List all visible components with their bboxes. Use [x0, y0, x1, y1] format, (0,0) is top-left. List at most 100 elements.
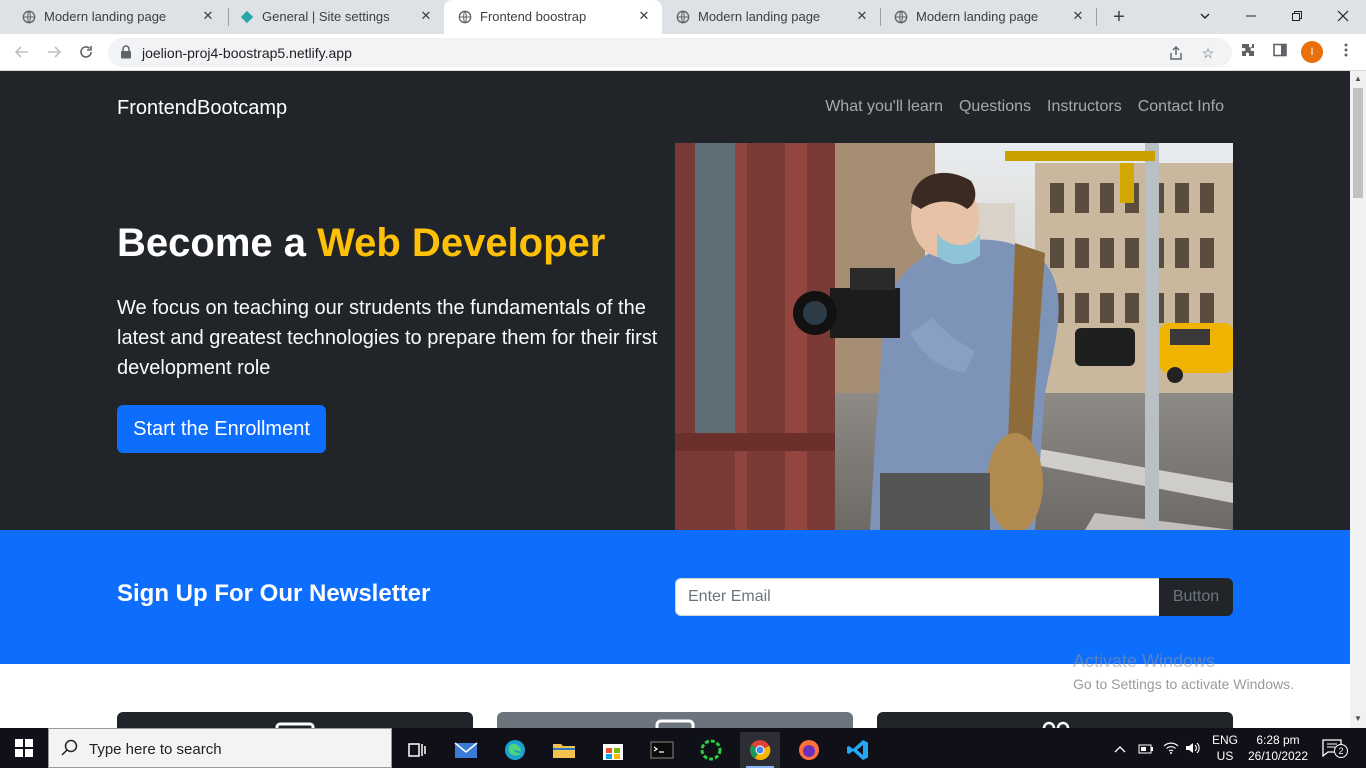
tab-title: Modern landing page	[698, 9, 821, 24]
email-field[interactable]: Enter Email	[675, 578, 1160, 616]
language-indicator[interactable]: ENG US	[1212, 728, 1238, 768]
activate-windows-subtitle: Go to Settings to activate Windows.	[1073, 676, 1294, 692]
tab-title: Frontend boostrap	[480, 9, 587, 24]
netlify-icon	[240, 10, 254, 24]
tab-title: Modern landing page	[44, 9, 167, 24]
scroll-up-icon[interactable]: ▲	[1353, 74, 1363, 84]
search-icon	[61, 739, 78, 756]
side-panel-icon[interactable]	[1270, 42, 1290, 62]
forward-button[interactable]	[42, 40, 66, 64]
tablet-icon	[655, 719, 695, 728]
clock[interactable]: 6:28 pm 26/10/2022	[1244, 728, 1312, 768]
tab-frontend-bootstrap[interactable]: Frontend boostrap ✕	[444, 0, 662, 34]
tab-search-button[interactable]	[1182, 0, 1228, 32]
address-bar[interactable]: joelion-proj4-boostrap5.netlify.app ☆	[108, 38, 1232, 67]
profile-avatar[interactable]: I	[1301, 41, 1323, 63]
globe-icon	[894, 10, 908, 24]
close-icon[interactable]: ✕	[418, 8, 434, 24]
tray-overflow-icon[interactable]	[1114, 728, 1130, 768]
globe-icon	[676, 10, 690, 24]
globe-icon	[458, 10, 472, 24]
newsletter-title: Sign Up For Our Newsletter	[117, 580, 431, 607]
nav-link-instructors[interactable]: Instructors	[1047, 98, 1122, 116]
arrow-left-icon	[14, 46, 28, 58]
nav-link-what-youll-learn[interactable]: What you'll learn	[825, 98, 943, 116]
features-section	[0, 664, 1350, 728]
wifi-icon[interactable]	[1163, 728, 1181, 768]
clock-time: 6:28 pm	[1256, 733, 1300, 747]
windows-logo-icon	[15, 739, 33, 757]
keyboard-region: US	[1216, 749, 1234, 763]
reload-button[interactable]	[74, 40, 98, 64]
tab-separator	[1096, 8, 1097, 26]
language-code: ENG	[1212, 733, 1239, 747]
taskbar: Type here to search ENG US 6:28 pm 26/10…	[0, 728, 1366, 768]
lock-icon	[121, 45, 131, 59]
hero-section: FrontendBootcamp What you'll learn Quest…	[0, 71, 1350, 530]
firefox-icon[interactable]	[789, 732, 829, 768]
store-icon[interactable]	[593, 732, 633, 768]
tab-modern-landing-3[interactable]: Modern landing page ✕	[880, 0, 1096, 34]
extensions-icon[interactable]	[1238, 42, 1258, 62]
globe-icon	[22, 10, 36, 24]
chevron-down-icon	[1200, 13, 1210, 19]
search-placeholder: Type here to search	[89, 741, 222, 758]
close-icon[interactable]: ✕	[200, 8, 216, 24]
start-button[interactable]	[0, 728, 48, 768]
tab-site-settings[interactable]: General | Site settings ✕	[226, 0, 444, 34]
nav-link-questions[interactable]: Questions	[959, 98, 1031, 116]
task-view-icon[interactable]	[397, 732, 437, 768]
top-nav: What you'll learn Questions Instructors …	[825, 98, 1224, 116]
new-tab-button[interactable]: +	[1108, 6, 1130, 28]
arrow-right-icon	[48, 46, 62, 58]
hero-headline: Become a Web Developer	[117, 221, 605, 266]
sync-app-icon[interactable]	[691, 732, 731, 768]
headline-prefix: Become a	[117, 221, 318, 265]
edge-icon[interactable]	[495, 732, 535, 768]
notification-count: 2	[1334, 744, 1348, 758]
activate-windows-title: Activate Windows	[1073, 651, 1216, 671]
feature-card-1	[117, 712, 473, 728]
nav-link-contact-info[interactable]: Contact Info	[1138, 98, 1224, 116]
tab-title: General | Site settings	[262, 9, 390, 24]
close-icon[interactable]: ✕	[636, 8, 652, 24]
menu-icon[interactable]	[1336, 42, 1356, 62]
newsletter-section: Sign Up For Our Newsletter Enter Email B…	[0, 530, 1350, 664]
file-explorer-icon[interactable]	[544, 732, 584, 768]
scrollbar-thumb[interactable]	[1353, 88, 1363, 198]
people-icon	[1042, 721, 1070, 728]
battery-icon[interactable]	[1138, 728, 1156, 768]
close-icon[interactable]: ✕	[1070, 8, 1086, 24]
hero-image	[675, 143, 1233, 530]
tab-strip: Modern landing page ✕ General | Site set…	[0, 0, 1366, 34]
chrome-icon[interactable]	[740, 732, 780, 768]
newsletter-submit-button[interactable]: Button	[1159, 578, 1233, 616]
minimize-icon	[1246, 15, 1256, 17]
restore-button[interactable]	[1274, 0, 1320, 32]
close-icon	[1337, 10, 1349, 22]
back-button[interactable]	[10, 40, 34, 64]
browser-toolbar: joelion-proj4-boostrap5.netlify.app ☆ I	[0, 34, 1366, 71]
close-window-button[interactable]	[1320, 0, 1366, 32]
vscode-icon[interactable]	[838, 732, 878, 768]
scroll-down-icon[interactable]: ▼	[1353, 714, 1363, 724]
reload-icon	[80, 46, 92, 58]
close-icon[interactable]: ✕	[854, 8, 870, 24]
taskbar-search[interactable]: Type here to search	[48, 728, 392, 768]
tab-modern-landing-2[interactable]: Modern landing page ✕	[662, 0, 880, 34]
brand-logo[interactable]: FrontendBootcamp	[117, 97, 287, 120]
volume-icon[interactable]	[1185, 728, 1203, 768]
terminal-icon[interactable]	[642, 732, 682, 768]
minimize-button[interactable]	[1228, 0, 1274, 32]
tab-modern-landing-1[interactable]: Modern landing page ✕	[8, 0, 226, 34]
notification-center[interactable]: 2	[1322, 728, 1348, 768]
share-icon[interactable]	[1166, 43, 1186, 63]
feature-card-3	[877, 712, 1233, 728]
tab-title: Modern landing page	[916, 9, 1039, 24]
headline-highlight: Web Developer	[317, 221, 606, 265]
page-viewport: FrontendBootcamp What you'll learn Quest…	[0, 71, 1350, 728]
star-icon[interactable]: ☆	[1198, 43, 1218, 63]
mail-icon[interactable]	[446, 732, 486, 768]
start-enrollment-button[interactable]: Start the Enrollment	[117, 405, 326, 453]
page-scrollbar[interactable]: ▲ ▼	[1350, 71, 1366, 728]
